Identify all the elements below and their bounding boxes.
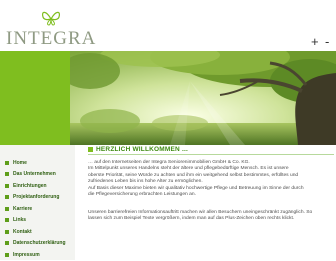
header-green-band [0,51,70,145]
nav-item-datenschutzerklaerung[interactable]: Datenschutzerklärung [0,238,75,250]
heading-divider [88,154,334,155]
text-line: lassen sich zum Beispiel Texte vergrößer… [88,216,295,222]
butterfly-logo-icon [41,11,61,26]
nav-item-label: Einrichtungen [13,182,47,189]
decrease-font-button[interactable]: - [325,35,329,48]
main-navigation: Home Das Unternehmen Einrichtungen Proje… [0,145,75,261]
bullet-square-icon [5,241,9,246]
bullet-square-icon [5,218,9,223]
nav-item-home[interactable]: Home [0,157,75,169]
bullet-square-icon [5,229,9,234]
integra-logo[interactable]: INTEGRA [0,0,100,50]
bullet-square-icon [5,160,9,165]
brand-name: INTEGRA [6,28,97,49]
nav-item-label: Karriere [13,205,33,212]
bullet-square-icon [5,206,9,211]
nav-item-label: Links [13,217,27,224]
increase-font-button[interactable]: + [311,35,319,48]
nav-item-label: Kontakt [13,228,32,235]
bullet-square-icon [5,252,9,257]
nav-item-label: Datenschutzerklärung [13,240,66,247]
nav-item-label: Impressum [13,251,40,258]
nav-item-das-unternehmen[interactable]: Das Unternehmen [0,169,75,181]
nav-item-karriere[interactable]: Karriere [0,203,75,215]
heading-square-icon [88,146,93,152]
nav-item-projektanforderung[interactable]: Projektanforderung [0,192,75,204]
bullet-square-icon [5,195,9,200]
nav-item-label: Projektanforderung [13,194,60,201]
welcome-heading: HERZLICH WILLKOMMEN ... [88,145,334,153]
bullet-square-icon [5,172,9,177]
nav-item-links[interactable]: Links [0,215,75,227]
intro-paragraph: … auf den Internetseiten der Integra Sen… [88,160,330,198]
main-content: HERZLICH WILLKOMMEN ... … auf den Intern… [88,145,334,221]
nav-item-label: Das Unternehmen [13,171,56,178]
nav-item-kontakt[interactable]: Kontakt [0,226,75,238]
nav-item-label: Home [13,159,27,166]
hero-tree-image [70,51,336,145]
text-line: die Pflegeversicherung erbrachten Leistu… [88,192,196,198]
nav-item-impressum[interactable]: Impressum [0,249,75,261]
nav-item-einrichtungen[interactable]: Einrichtungen [0,180,75,192]
bullet-square-icon [5,183,9,188]
page-title: HERZLICH WILLKOMMEN ... [96,145,188,153]
sidebar: Home Das Unternehmen Einrichtungen Proje… [0,145,75,260]
accessibility-paragraph: Unseren barrierefreien Informationsauftr… [88,210,330,223]
